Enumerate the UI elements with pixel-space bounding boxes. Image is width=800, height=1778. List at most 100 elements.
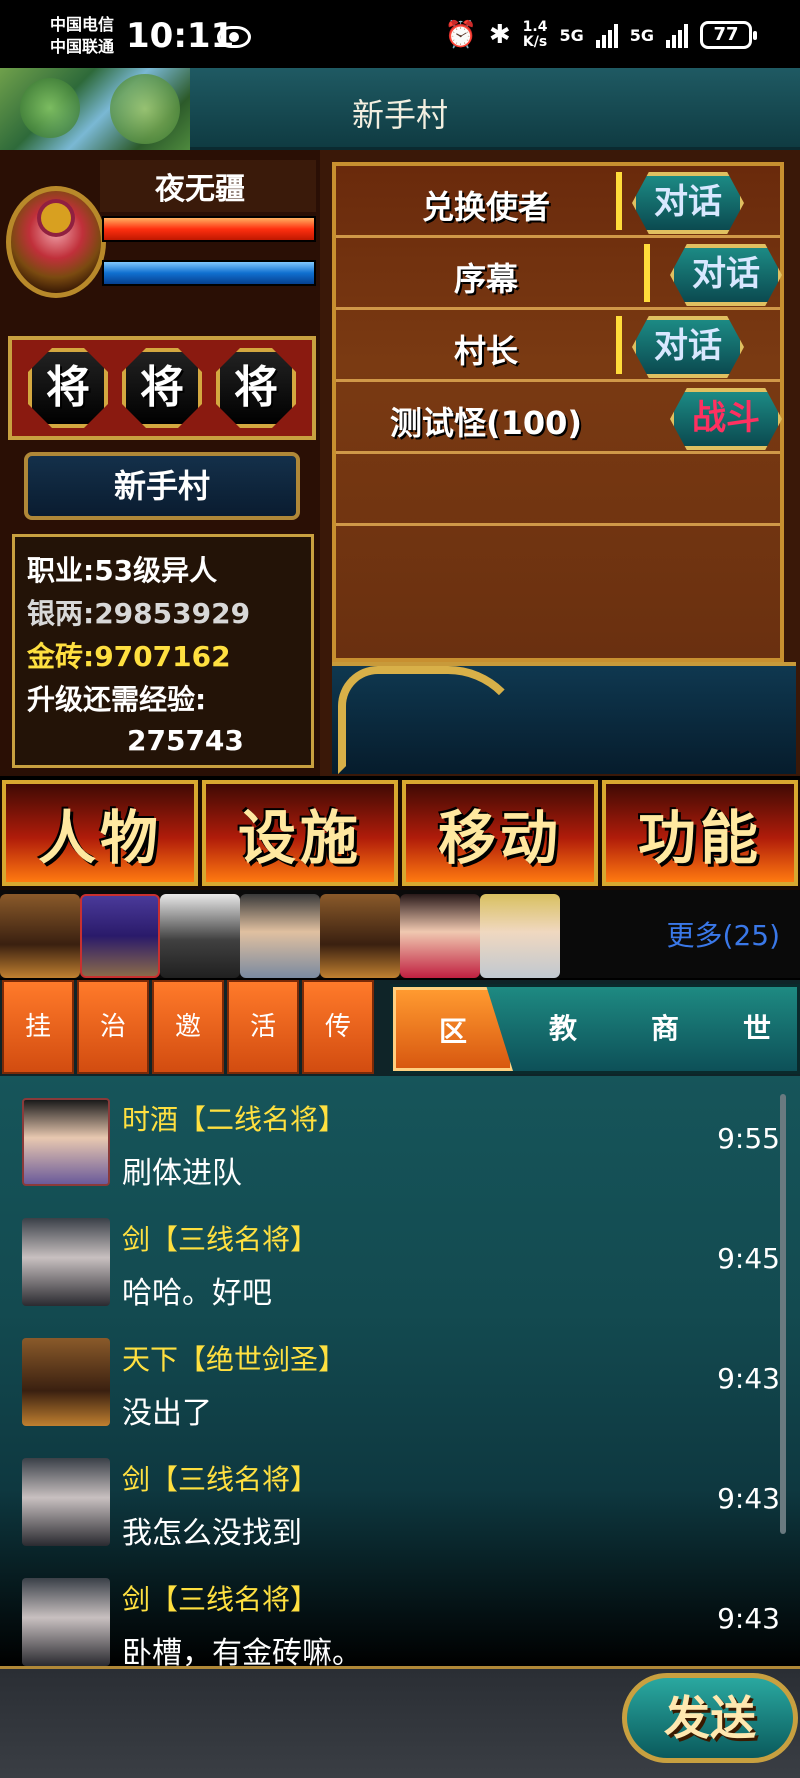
signal-1-icon — [595, 22, 618, 48]
signal-2-icon — [666, 22, 688, 48]
chat-text: 刷体进队 — [122, 1156, 242, 1191]
more-party-link[interactable]: 更多(25) — [667, 914, 780, 954]
chat-author[interactable]: 剑【三线名将】 — [122, 1578, 318, 1618]
carrier-1: 中国电信 — [50, 15, 115, 34]
scroll-ornament-icon — [338, 666, 528, 774]
character-menu-button[interactable]: 人物 — [2, 780, 198, 886]
location-header: 新手村 — [0, 68, 800, 150]
npc-separator — [616, 316, 622, 374]
chat-message: 剑【三线名将】 我怎么没找到 9:43 — [0, 1436, 780, 1556]
location-name: 新手村 — [113, 467, 210, 505]
chat-time: 9:43 — [717, 1362, 780, 1395]
tab-region[interactable]: 区 — [393, 987, 513, 1071]
party-portrait[interactable] — [400, 894, 480, 978]
character-panel: 夜无疆 将 将 将 新手村 职业:53级异人 银两:29853929 金砖:97… — [0, 150, 320, 776]
talk-button[interactable]: 对话 — [632, 172, 744, 234]
main-menu: 人物 设施 移动 功能 — [0, 780, 800, 890]
party-portrait[interactable] — [240, 894, 320, 978]
npc-name: 村长 — [453, 332, 518, 370]
generals-slots: 将 将 将 — [8, 336, 316, 440]
chat-text: 我怎么没找到 — [122, 1516, 302, 1551]
tab-heal[interactable]: 治 — [77, 980, 149, 1074]
move-menu-button[interactable]: 移动 — [402, 780, 598, 886]
panel-ornament — [332, 662, 796, 774]
party-portrait[interactable] — [320, 894, 400, 978]
exp-label: 升级还需经验: — [27, 683, 207, 716]
eye-icon — [217, 26, 251, 48]
tab-trade[interactable]: 商 — [615, 987, 715, 1071]
carrier-2: 中国联通 — [50, 37, 115, 56]
chat-avatar[interactable] — [22, 1338, 110, 1426]
chat-log[interactable]: 时酒【二线名将】 刷体进队 9:55 剑【三线名将】 哈哈。好吧 9:45 天下… — [0, 1076, 800, 1666]
chat-message: 剑【三线名将】 卧槽，有金砖嘛。 9:43 — [0, 1556, 780, 1666]
chat-author[interactable]: 天下【绝世剑圣】 — [122, 1338, 346, 1378]
general-slot-2[interactable]: 将 — [122, 348, 202, 428]
party-portrait[interactable] — [480, 894, 560, 978]
npc-row: 村长 对话 — [336, 310, 780, 382]
npc-name: 兑换使者 — [421, 188, 550, 226]
general-slot-1[interactable]: 将 — [28, 348, 108, 428]
chat-message: 时酒【二线名将】 刷体进队 9:55 — [0, 1076, 780, 1196]
character-avatar[interactable] — [6, 186, 106, 298]
signal-1-label: 5G — [559, 25, 584, 45]
chat-tabs: 挂 治 邀 活 传 区 教 商 世 — [0, 980, 800, 1076]
chat-input-bar[interactable]: 发送 — [0, 1666, 800, 1778]
mp-bar — [102, 260, 316, 286]
tab-activity[interactable]: 活 — [227, 980, 299, 1074]
tab-idle[interactable]: 挂 — [2, 980, 74, 1074]
party-portrait[interactable] — [0, 894, 80, 978]
npc-name: 测试怪(100) — [389, 404, 583, 442]
hp-bar — [102, 216, 316, 242]
chat-avatar[interactable] — [22, 1578, 110, 1666]
chat-text: 哈哈。好吧 — [122, 1276, 272, 1311]
tab-invite[interactable]: 邀 — [152, 980, 224, 1074]
talk-button[interactable]: 对话 — [670, 244, 782, 306]
npc-row-empty — [336, 526, 780, 598]
chat-message: 剑【三线名将】 哈哈。好吧 9:45 — [0, 1196, 780, 1316]
chat-time: 9:45 — [717, 1242, 780, 1275]
page-title: 新手村 — [351, 96, 448, 134]
general-slot-3[interactable]: 将 — [216, 348, 296, 428]
net-speed: 1.4 K/s — [522, 19, 548, 50]
chat-avatar[interactable] — [22, 1098, 110, 1186]
npc-panel: 兑换使者 对话 序幕 对话 村长 对话 测试怪(100) 战斗 — [320, 150, 800, 776]
signal-2-label: 5G — [629, 25, 654, 45]
talk-button[interactable]: 对话 — [632, 316, 744, 378]
exp-value: 275743 — [127, 724, 244, 757]
silver-text: 银两:29853929 — [27, 597, 251, 630]
chat-time: 9:43 — [717, 1482, 780, 1515]
npc-row: 序幕 对话 — [336, 238, 782, 310]
status-bar: 中国电信 中国联通 10:11 ⏰ ✱ 1.4 K/s 5G 5G 77 — [0, 0, 800, 68]
party-portrait[interactable] — [80, 894, 160, 978]
chat-time: 9:43 — [717, 1602, 780, 1635]
tab-sect[interactable]: 教 — [513, 987, 613, 1071]
npc-separator — [616, 172, 622, 230]
battery-icon: 77 — [700, 21, 757, 49]
chat-author[interactable]: 时酒【二线名将】 — [122, 1098, 346, 1138]
character-name: 夜无疆 — [155, 172, 245, 207]
facilities-menu-button[interactable]: 设施 — [202, 780, 398, 886]
character-info: 职业:53级异人 银两:29853929 金砖:9707162 升级还需经验: … — [12, 534, 314, 768]
chat-text: 卧槽，有金砖嘛。 — [122, 1636, 362, 1666]
alarm-icon: ⏰ — [444, 20, 477, 50]
chat-avatar[interactable] — [22, 1218, 110, 1306]
chat-scrollbar[interactable] — [780, 1094, 786, 1534]
send-button[interactable]: 发送 — [622, 1673, 798, 1763]
function-menu-button[interactable]: 功能 — [602, 780, 798, 886]
chat-author[interactable]: 剑【三线名将】 — [122, 1458, 318, 1498]
npc-list: 兑换使者 对话 序幕 对话 村长 对话 测试怪(100) 战斗 — [332, 162, 784, 662]
job-text: 职业:53级异人 — [27, 554, 218, 587]
npc-row: 测试怪(100) 战斗 — [336, 382, 782, 454]
npc-row-empty — [336, 454, 780, 526]
bluetooth-icon: ✱ — [488, 20, 511, 50]
tab-world[interactable]: 世 — [707, 987, 800, 1071]
chat-author[interactable]: 剑【三线名将】 — [122, 1218, 318, 1258]
tab-teleport[interactable]: 传 — [302, 980, 374, 1074]
npc-name: 序幕 — [453, 260, 518, 298]
location-plate: 新手村 — [24, 452, 300, 520]
npc-separator — [644, 244, 650, 302]
chat-avatar[interactable] — [22, 1458, 110, 1546]
npc-row: 兑换使者 对话 — [336, 166, 780, 238]
party-portrait[interactable] — [160, 894, 240, 978]
fight-button[interactable]: 战斗 — [670, 388, 782, 450]
